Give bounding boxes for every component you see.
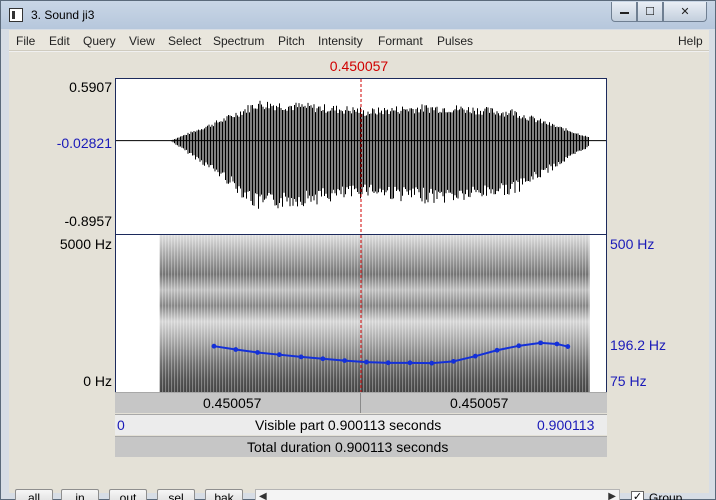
window-title: 3. Sound ji3 [31,8,95,22]
pitch-point [451,358,456,364]
scroll-right-icon[interactable]: ▶ [608,491,616,500]
group-label: Group [649,491,683,500]
pitch-point [276,352,282,358]
pitch-point [494,347,500,353]
app-icon [9,8,23,22]
pitch-point [364,359,369,365]
menu-intensity[interactable]: Intensity [318,34,363,48]
zoom-back-button[interactable]: bak [205,489,243,500]
time-scrollbar[interactable]: ◀ ▶ [255,489,620,500]
right-part-time: 0.450057 [450,395,509,411]
pitch-point [554,341,560,347]
left-part-time: 0.450057 [203,395,262,411]
pitch-point [565,344,571,349]
pitch-point [255,350,260,355]
menu-select[interactable]: Select [168,34,201,48]
pitch-point [298,354,304,360]
zoom-out-button[interactable]: out [109,489,147,500]
sound-editor-window: 3. Sound ji3 ☐ ✕ File Edit Query View Se… [0,0,716,500]
total-duration-bar[interactable]: Total duration 0.900113 seconds [115,436,607,457]
scroll-left-icon[interactable]: ◀ [259,491,267,500]
pitch-top-label: 500 Hz [610,236,655,252]
editor-content: 0.450057 0.5907 -0.02821 -0.8957 5000 Hz… [9,52,709,500]
visible-part-text: Visible part 0.900113 seconds [255,417,442,433]
client-area: File Edit Query View Select Spectrum Pit… [9,30,709,500]
menu-bar: File Edit Query View Select Spectrum Pit… [9,30,709,51]
title-bar[interactable]: 3. Sound ji3 ☐ ✕ [1,1,715,29]
pitch-point [538,340,544,346]
menu-formant[interactable]: Formant [378,34,423,48]
pitch-point [211,343,217,349]
cursor-time-bar[interactable]: 0.450057 0.450057 [115,392,607,413]
pitch-point [429,360,435,366]
visible-start-time: 0 [117,417,125,433]
wave-ymax-label: 0.5907 [69,79,112,95]
spectrogram-top-label: 5000 Hz [59,236,112,252]
menu-query[interactable]: Query [83,34,116,48]
pitch-point [342,358,348,363]
menu-spectrum[interactable]: Spectrum [213,34,264,48]
waveform-plot [116,79,606,234]
spectrogram-bottom-label: 0 Hz [83,373,112,389]
all-button[interactable]: all [15,489,53,500]
pitch-point [407,360,413,366]
wave-cursor-value-label: -0.02821 [56,135,112,151]
minimize-icon [612,5,636,14]
spectrogram-panel[interactable] [115,235,607,392]
menu-view[interactable]: View [129,34,155,48]
maximize-icon: ☐ [645,6,655,18]
zoom-selection-button[interactable]: sel [157,489,195,500]
menu-edit[interactable]: Edit [49,34,70,48]
close-icon: ✕ [680,6,690,18]
pitch-point [472,353,478,359]
zoom-in-button[interactable]: in [61,489,99,500]
pitch-bottom-label: 75 Hz [610,373,647,389]
pitch-point [385,360,391,366]
spectrogram-plot [159,235,590,392]
wave-ymin-label: -0.8957 [64,213,112,229]
visible-part-bar[interactable]: 0 Visible part 0.900113 seconds 0.900113 [115,414,607,435]
minimize-button[interactable] [611,2,637,22]
menu-file[interactable]: File [16,34,35,48]
close-button[interactable]: ✕ [663,2,707,22]
visible-end-time: 0.900113 [537,417,595,433]
maximize-button[interactable]: ☐ [637,2,663,22]
menu-help[interactable]: Help [678,34,703,48]
waveform-signal [171,100,589,209]
waveform-panel[interactable] [115,78,607,235]
pitch-point [233,347,239,352]
pitch-point [320,356,326,362]
cursor-divider [360,393,361,413]
group-checkbox[interactable]: ✓ [631,491,644,500]
cursor-time-label: 0.450057 [329,58,389,74]
total-duration-text: Total duration 0.900113 seconds [247,439,449,455]
spectrogram-energy [159,235,590,392]
pitch-point [516,343,522,349]
menu-pitch[interactable]: Pitch [278,34,305,48]
menu-pulses[interactable]: Pulses [437,34,473,48]
pitch-cursor-label: 196.2 Hz [610,337,667,353]
